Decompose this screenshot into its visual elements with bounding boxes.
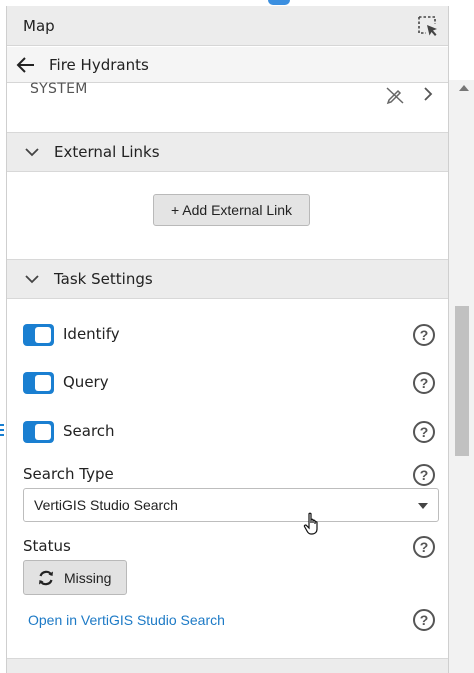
search-label: Search: [63, 422, 115, 440]
task-settings-title: Task Settings: [54, 270, 153, 288]
status-missing-button[interactable]: Missing: [23, 560, 127, 595]
open-link-help-icon[interactable]: ?: [413, 609, 435, 631]
status-value: Missing: [64, 570, 112, 586]
search-toggle[interactable]: [23, 421, 54, 443]
chevron-down-icon: [25, 275, 39, 284]
query-help-icon[interactable]: ?: [413, 372, 435, 394]
task-settings-header[interactable]: Task Settings: [7, 259, 448, 299]
identify-help-icon[interactable]: ?: [413, 324, 435, 346]
layer-settings-panel: Map Fire Hydrants SYSTEM External Links …: [6, 6, 449, 673]
drag-handle-icon[interactable]: [0, 424, 5, 442]
system-row[interactable]: SYSTEM: [7, 81, 448, 113]
map-header: Map: [7, 6, 448, 46]
identify-toggle-row: Identify: [7, 322, 448, 350]
app-logo-fragment: [268, 0, 290, 5]
search-type-select[interactable]: VertiGIS Studio Search: [23, 488, 439, 522]
query-toggle[interactable]: [23, 372, 54, 394]
search-type-label: Search Type: [23, 465, 114, 483]
map-title: Map: [23, 17, 55, 35]
select-cursor-icon[interactable]: [416, 14, 440, 38]
scroll-up-arrow-icon[interactable]: [459, 85, 469, 91]
add-external-link-button[interactable]: + Add External Link: [153, 194, 310, 226]
status-label: Status: [23, 537, 71, 555]
search-type-value: VertiGIS Studio Search: [34, 497, 178, 513]
query-toggle-row: Query: [7, 370, 448, 398]
chevron-right-icon[interactable]: [421, 85, 435, 103]
search-toggle-row: Search: [7, 419, 448, 447]
external-links-header[interactable]: External Links: [7, 132, 448, 172]
layer-header: Fire Hydrants: [7, 47, 448, 83]
scrollbar-top-gap: [449, 0, 474, 80]
search-help-icon[interactable]: ?: [413, 421, 435, 443]
edit-disabled-icon: [386, 87, 404, 105]
status-help-icon[interactable]: ?: [413, 536, 435, 558]
search-type-help-icon[interactable]: ?: [413, 464, 435, 486]
chevron-down-icon: [25, 148, 39, 157]
next-section-header[interactable]: [7, 658, 448, 673]
scrollbar-thumb[interactable]: [455, 306, 469, 456]
hand-pointer-cursor-icon: [303, 512, 318, 535]
refresh-icon: [39, 570, 53, 586]
arrow-left-icon[interactable]: [15, 54, 37, 76]
query-label: Query: [63, 373, 109, 391]
identify-label: Identify: [63, 325, 120, 343]
identify-toggle[interactable]: [23, 324, 54, 346]
external-links-title: External Links: [54, 143, 160, 161]
dropdown-arrow-icon: [418, 503, 428, 509]
open-in-search-link[interactable]: Open in VertiGIS Studio Search: [28, 612, 225, 628]
layer-title: Fire Hydrants: [49, 56, 149, 74]
system-label: SYSTEM: [30, 81, 88, 97]
